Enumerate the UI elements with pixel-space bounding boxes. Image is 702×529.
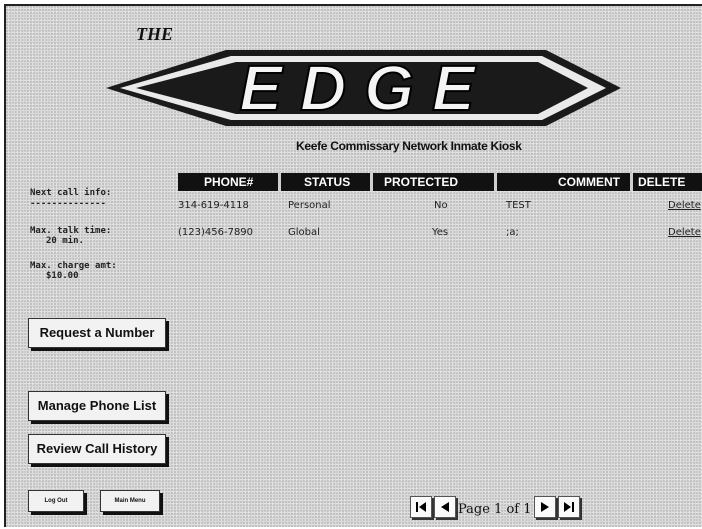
kiosk-subtitle: Keefe Commissary Network Inmate Kiosk <box>296 139 522 153</box>
delete-link[interactable]: Delete <box>668 227 701 238</box>
review-call-history-button[interactable]: Review Call History <box>28 434 166 464</box>
protected-cell: Yes <box>432 227 449 238</box>
protected-cell: No <box>434 200 448 211</box>
first-page-icon <box>416 502 426 512</box>
logo-prefix: THE <box>136 24 173 44</box>
column-status: STATUS <box>304 175 351 189</box>
table-row: (123)456-7890 Global Yes ;a; Delete <box>178 225 702 243</box>
column-comment: COMMENT <box>558 175 620 189</box>
manage-phone-list-button[interactable]: Manage Phone List <box>28 391 166 421</box>
previous-page-button[interactable] <box>434 496 456 518</box>
next-page-button[interactable] <box>534 496 556 518</box>
phone-cell: 314-619-4118 <box>178 200 249 211</box>
request-number-button[interactable]: Request a Number <box>28 318 166 348</box>
phone-table-header: PHONE# STATUS PROTECTED COMMENT DELETE <box>178 173 702 191</box>
next-page-icon <box>541 502 549 512</box>
next-call-label: Next call info: <box>30 188 112 198</box>
edge-logo: EDGE THE <box>106 24 621 126</box>
table-row: 314-619-4118 Personal No TEST Delete <box>178 198 702 216</box>
column-protected: PROTECTED <box>384 175 459 189</box>
column-delete: DELETE <box>638 175 686 189</box>
kiosk-window: EDGE THE Keefe Commissary Network Inmate… <box>4 4 702 527</box>
log-out-button[interactable]: Log Out <box>28 490 84 512</box>
logo-text: EDGE <box>239 52 492 124</box>
phone-cell: (123)456-7890 <box>178 227 254 238</box>
column-phone: PHONE# <box>204 175 254 189</box>
delete-link[interactable]: Delete <box>668 200 701 211</box>
last-page-button[interactable] <box>558 496 580 518</box>
max-charge-value: $10.00 <box>46 271 79 281</box>
last-page-icon <box>564 502 574 512</box>
status-cell: Global <box>288 227 320 238</box>
main-menu-button[interactable]: Main Menu <box>100 490 160 512</box>
comment-cell: ;a; <box>506 227 519 238</box>
status-cell: Personal <box>288 200 331 211</box>
max-charge-label: Max. charge amt: <box>30 261 117 271</box>
comment-cell: TEST <box>506 200 531 211</box>
first-page-button[interactable] <box>410 496 432 518</box>
page-indicator: Page 1 of 1 <box>458 502 532 517</box>
previous-page-icon <box>441 502 449 512</box>
next-call-divider: -------------- <box>30 199 106 209</box>
max-talk-value: 20 min. <box>46 236 84 246</box>
max-talk-label: Max. talk time: <box>30 226 112 236</box>
